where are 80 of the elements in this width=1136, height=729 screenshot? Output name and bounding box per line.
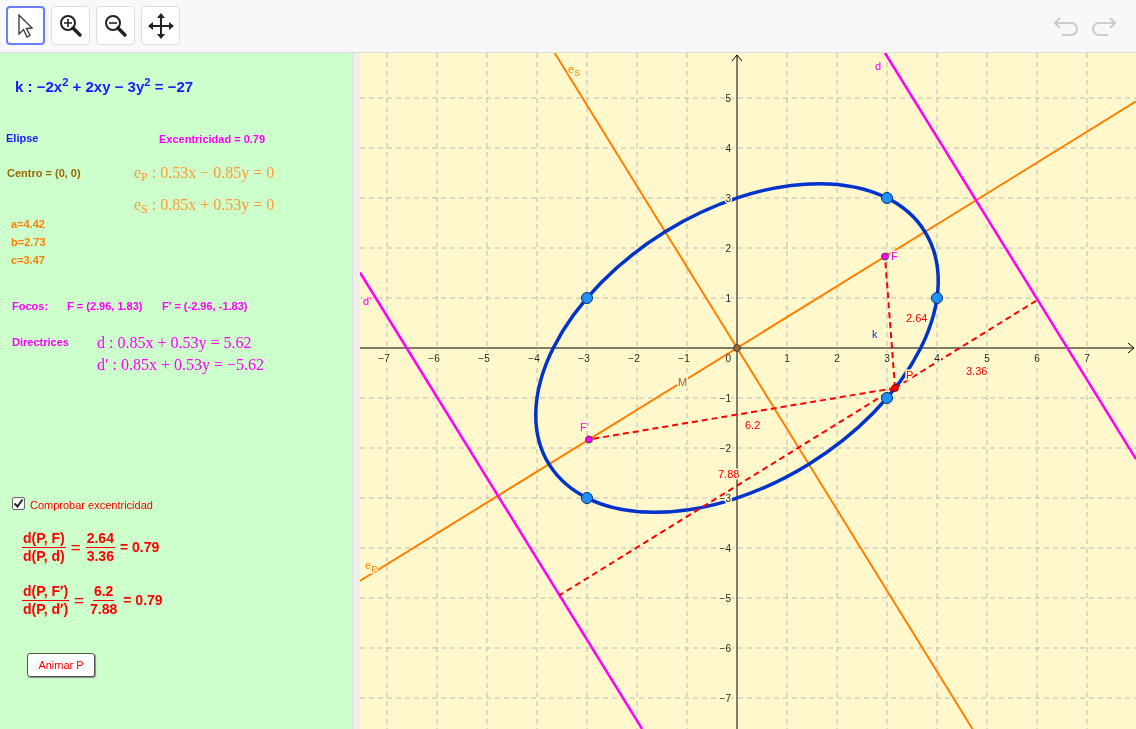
animate-button[interactable]: Animar P bbox=[27, 653, 95, 677]
focus-point bbox=[585, 435, 593, 444]
center-point bbox=[733, 344, 741, 352]
tick-label: 5 bbox=[725, 93, 731, 104]
object-label: e$_{S}$ bbox=[568, 63, 581, 78]
fraction-numerator: 2.64 bbox=[85, 530, 115, 548]
distance-label: 7.88 bbox=[718, 468, 740, 480]
fraction-numerator: d(P, F′) bbox=[22, 583, 70, 601]
tick-label: −4 bbox=[528, 353, 540, 364]
object-label: F bbox=[891, 250, 898, 262]
axis-equation: e$_{S}$ : 0.85x + 0.53y = 0 bbox=[134, 195, 275, 217]
tick-label: −2 bbox=[719, 443, 731, 454]
distance-label: 6.2 bbox=[745, 419, 761, 431]
distance-label: 3.36 bbox=[966, 365, 988, 377]
semi-axis-text: c=3.47 bbox=[11, 253, 45, 268]
distance-label: 2.64 bbox=[906, 312, 928, 324]
tick-label: 3 bbox=[884, 353, 890, 364]
fraction-denominator: d(P, d) bbox=[22, 548, 66, 565]
zoom-out-tool-button[interactable] bbox=[96, 6, 135, 45]
tick-label: 1 bbox=[784, 353, 790, 364]
four-way-arrow-tool-button[interactable] bbox=[141, 6, 180, 45]
point bbox=[881, 192, 893, 204]
zoom-in-tool-button[interactable] bbox=[51, 6, 90, 45]
tick-label: 2 bbox=[834, 353, 840, 364]
checkbox[interactable] bbox=[12, 497, 25, 510]
ratio-result: = 0.79 bbox=[123, 592, 163, 609]
point bbox=[581, 292, 593, 304]
point bbox=[931, 292, 943, 304]
semi-axis-text: b=2.73 bbox=[11, 235, 46, 250]
directrix-equation: d : 0.85x + 0.53y = 5.62 bbox=[97, 333, 252, 354]
object-label: F' bbox=[580, 421, 589, 433]
focus-coordinates: F = (2.96, 1.83) bbox=[67, 299, 143, 314]
tick-label: −7 bbox=[378, 353, 390, 364]
conic-equation: k : −2x$^{2}$ + 2xy − 3y$^{2}$ = −27 bbox=[15, 79, 194, 94]
object-label: P bbox=[906, 369, 914, 381]
tick-label: 5 bbox=[984, 353, 990, 364]
focus-point bbox=[881, 252, 889, 261]
tick-label: −5 bbox=[719, 593, 731, 604]
semi-axis-text: a=4.42 bbox=[11, 217, 45, 232]
tick-label: 4 bbox=[725, 143, 731, 154]
fraction-denominator: 3.36 bbox=[85, 548, 115, 565]
tick-label: −4 bbox=[719, 543, 731, 554]
axis-equation: e$_{P}$ : 0.53x − 0.85y = 0 bbox=[134, 163, 275, 185]
tick-label: 1 bbox=[725, 293, 731, 304]
object-label: d bbox=[875, 60, 882, 72]
fraction-denominator: 7.88 bbox=[89, 601, 119, 618]
tick-label: 7 bbox=[1084, 353, 1090, 364]
fraction-numerator: 6.2 bbox=[92, 583, 115, 601]
tick-label: −1 bbox=[719, 393, 731, 404]
ratio-result: = 0.79 bbox=[119, 539, 160, 556]
directrices-label: Directrices bbox=[12, 335, 69, 350]
tick-label: −5 bbox=[478, 353, 490, 364]
fraction-numerator: d(P, F) bbox=[22, 530, 66, 548]
arrow-pointer-tool-button[interactable] bbox=[6, 6, 45, 45]
object-label: d' bbox=[363, 295, 372, 307]
tick-label: −2 bbox=[628, 353, 640, 364]
moving-point bbox=[891, 384, 899, 392]
point bbox=[581, 492, 593, 504]
checkbox-label: Comprobar excentricidad bbox=[30, 498, 153, 513]
object-label: k bbox=[872, 328, 878, 340]
focus-coordinates: F' = (-2.96, -1.83) bbox=[162, 299, 248, 314]
tick-label: 4 bbox=[934, 353, 940, 364]
eccentricity-text: Excentricidad = 0.79 bbox=[159, 132, 266, 147]
conic-type-text: Elipse bbox=[6, 131, 39, 146]
center-text: Centro = (0, 0) bbox=[7, 166, 81, 181]
equals-sign: = bbox=[70, 539, 81, 556]
tick-label: 2 bbox=[725, 243, 731, 254]
foci-label: Focos: bbox=[12, 299, 49, 314]
tick-label: −3 bbox=[578, 353, 590, 364]
equals-sign: = bbox=[74, 592, 85, 609]
tick-label: −6 bbox=[428, 353, 440, 364]
tick-label: −1 bbox=[678, 353, 690, 364]
fraction-denominator: d(P, d′) bbox=[22, 601, 70, 618]
directrix-equation: d′ : 0.85x + 0.53y = −5.62 bbox=[97, 355, 264, 376]
tick-label: 6 bbox=[1034, 353, 1040, 364]
tick-label: 3 bbox=[725, 193, 731, 204]
tick-label: −6 bbox=[719, 643, 731, 654]
tick-label: 0 bbox=[725, 353, 731, 364]
point bbox=[881, 392, 893, 404]
tick-label: −7 bbox=[719, 693, 731, 704]
